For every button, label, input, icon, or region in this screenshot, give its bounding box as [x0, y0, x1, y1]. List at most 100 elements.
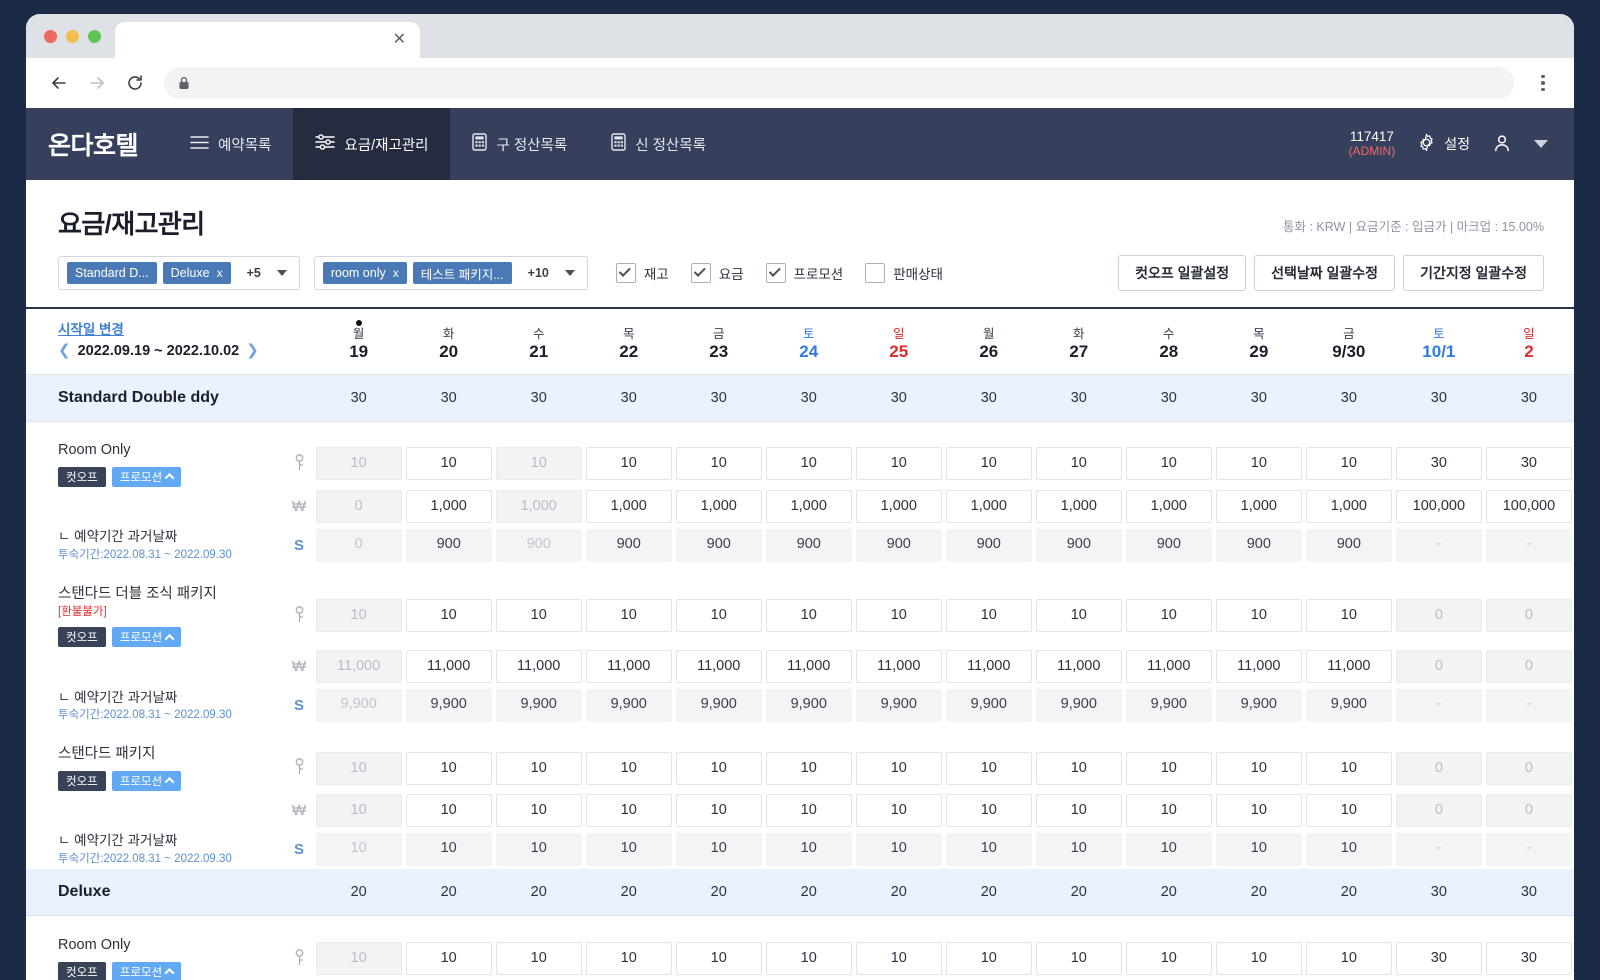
room-type-multiselect[interactable]: Standard D... Deluxe x +5	[58, 256, 300, 290]
chevron-down-icon[interactable]	[564, 270, 575, 276]
cell-value[interactable]: 30	[1485, 447, 1572, 481]
day-header-29[interactable]: 목 29	[1213, 309, 1304, 375]
cell-value[interactable]: 1,000	[1305, 489, 1392, 523]
grid-cell[interactable]: 10	[854, 830, 944, 869]
grid-cell[interactable]: 10	[854, 441, 944, 487]
cell-value[interactable]: 9,900	[1035, 689, 1122, 723]
cell-value[interactable]: 10	[675, 942, 762, 976]
grid-cell[interactable]: 10	[584, 791, 674, 830]
cell-value[interactable]: 9,900	[315, 689, 402, 723]
grid-cell[interactable]: 1,000	[1034, 487, 1124, 526]
grid-cell[interactable]: 10	[584, 830, 674, 869]
grid-cell[interactable]: 9,900	[1124, 686, 1214, 725]
day-header-21[interactable]: 수 21	[493, 309, 584, 375]
cell-value[interactable]: 10	[1125, 447, 1212, 481]
brand-logo[interactable]: 온다호텔	[26, 108, 168, 180]
grid-cell[interactable]: 10	[674, 830, 764, 869]
grid-cell[interactable]: 10	[1304, 791, 1394, 830]
grid-cell[interactable]: 10	[584, 441, 674, 487]
window-controls[interactable]	[40, 14, 115, 58]
chevron-left-icon[interactable]: ❮	[58, 340, 71, 363]
grid-cell[interactable]: 10	[1304, 585, 1394, 648]
cutoff-bulk-setting-button[interactable]: 컷오프 일괄설정	[1118, 255, 1247, 291]
grid-cell[interactable]: 10	[584, 745, 674, 791]
cell-value[interactable]: 10	[585, 942, 672, 976]
cell-value[interactable]: 1,000	[585, 489, 672, 523]
cell-value[interactable]: 10	[765, 447, 852, 481]
cell-value[interactable]: 10	[765, 832, 852, 866]
grid-cell[interactable]: 9,900	[944, 686, 1034, 725]
cell-value[interactable]: 10	[585, 793, 672, 827]
room-group-row[interactable]: Deluxe 20 20 20 20 20 20 20 20 20 20 20 20 30 30	[26, 868, 1574, 917]
grid-cell[interactable]: 900	[854, 526, 944, 565]
browser-tab[interactable]: ✕	[115, 22, 420, 58]
cell-value[interactable]: 11,000	[1305, 650, 1392, 684]
cell-value[interactable]: 10	[855, 942, 942, 976]
cell-value[interactable]: 1,000	[1035, 489, 1122, 523]
grid-cell[interactable]: 0	[1394, 791, 1484, 830]
cell-value[interactable]: 11,000	[1215, 650, 1302, 684]
nav-item-new-settlement[interactable]: 신 정산목록	[589, 108, 728, 180]
grid-cell[interactable]: 11,000	[944, 647, 1034, 686]
back-arrow-icon[interactable]	[42, 66, 76, 100]
grid-cell[interactable]: 11,000	[404, 647, 494, 686]
cell-value[interactable]: 10	[945, 793, 1032, 827]
cell-value[interactable]: 30	[1395, 447, 1482, 481]
cell-value[interactable]: 10	[495, 751, 582, 785]
cell-value[interactable]: 10	[675, 832, 762, 866]
cell-value[interactable]: 1,000	[1125, 489, 1212, 523]
cell-value[interactable]: 10	[315, 447, 402, 481]
day-header-24[interactable]: 토 24	[763, 309, 854, 375]
grid-cell[interactable]: 10	[1124, 441, 1214, 487]
nav-item-rate-inventory[interactable]: 요금/재고관리	[293, 108, 451, 180]
grid-cell[interactable]: 10	[314, 585, 404, 648]
checkbox-box[interactable]	[865, 263, 886, 283]
checkbox-promotion[interactable]: 프로모션	[765, 263, 843, 283]
cell-value[interactable]: 10	[1035, 447, 1122, 481]
cell-value[interactable]: 10	[945, 832, 1032, 866]
grid-cell[interactable]: -	[1484, 526, 1574, 565]
grid-cell[interactable]: 1,000	[1124, 487, 1214, 526]
cell-value[interactable]: 10	[1125, 599, 1212, 633]
grid-cell[interactable]: 10	[944, 585, 1034, 648]
grid-cell[interactable]: 1,000	[1214, 487, 1304, 526]
cell-value[interactable]: 10	[855, 447, 942, 481]
cell-value[interactable]: 9,900	[855, 689, 942, 723]
cell-value[interactable]: 9,900	[675, 689, 762, 723]
cell-value[interactable]: 0	[1485, 650, 1572, 684]
grid-cell[interactable]: 10	[314, 936, 404, 980]
cell-value[interactable]: 10	[315, 599, 402, 633]
grid-cell[interactable]: 10	[494, 745, 584, 791]
grid-cell[interactable]: 0	[314, 487, 404, 526]
chip-plan-1[interactable]: room only x	[322, 262, 407, 284]
cell-value[interactable]: 10	[945, 942, 1032, 976]
grid-cell[interactable]: 1,000	[404, 487, 494, 526]
grid-cell[interactable]: 10	[674, 585, 764, 648]
grid-cell[interactable]: -	[1484, 686, 1574, 725]
cell-value[interactable]: 10	[675, 751, 762, 785]
cell-value[interactable]: 10	[585, 832, 672, 866]
cell-value[interactable]: 10	[405, 447, 492, 481]
grid-cell[interactable]: 9,900	[404, 686, 494, 725]
day-header-19[interactable]: 월 19	[313, 309, 404, 375]
cell-value[interactable]: 0	[1395, 650, 1482, 684]
cell-value[interactable]: 10	[1215, 942, 1302, 976]
cell-value[interactable]: 10	[1035, 942, 1122, 976]
grid-cell[interactable]: 900	[1124, 526, 1214, 565]
cell-value[interactable]: 900	[1215, 528, 1302, 562]
grid-cell[interactable]: 10	[404, 585, 494, 648]
grid-cell[interactable]: 1,000	[764, 487, 854, 526]
cell-value[interactable]: 10	[1215, 793, 1302, 827]
day-header-26[interactable]: 월 26	[943, 309, 1034, 375]
grid-cell[interactable]: 10	[944, 936, 1034, 980]
cell-value[interactable]: 10	[495, 942, 582, 976]
promotion-badge[interactable]: 프로모션	[111, 466, 182, 487]
grid-cell[interactable]: 10	[1304, 936, 1394, 980]
grid-cell[interactable]: 10	[764, 585, 854, 648]
cell-value[interactable]: 10	[1305, 832, 1392, 866]
cell-value[interactable]: 10	[855, 599, 942, 633]
cell-value[interactable]: 10	[1215, 751, 1302, 785]
grid-cell[interactable]: -	[1484, 830, 1574, 869]
grid-cell[interactable]: 900	[1034, 526, 1124, 565]
settings-button[interactable]: 설정	[1417, 133, 1470, 155]
